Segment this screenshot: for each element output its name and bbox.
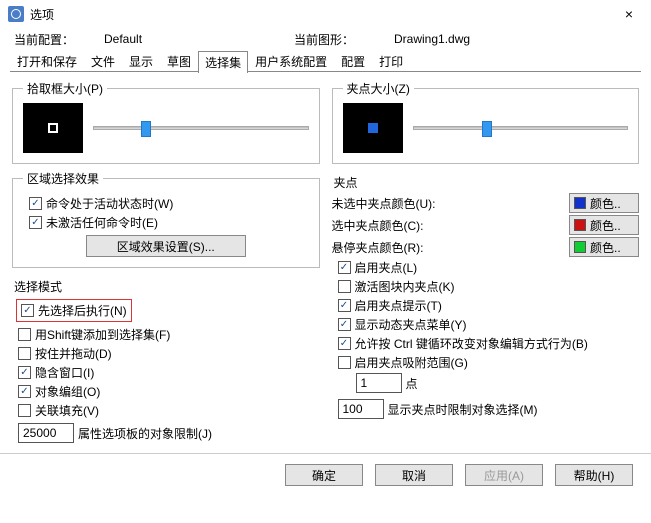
tab-sketch[interactable]: 草图 [160,50,198,72]
chk-pre-select-label: 先选择后执行(N) [38,302,127,319]
swatch-selected [574,219,586,231]
swatch-unselected [574,197,586,209]
grip-selected-label: 选中夹点颜色(C): [332,217,424,234]
cancel-button[interactable]: 取消 [375,464,453,486]
chk-hold-drag[interactable] [18,347,31,360]
pickbox-slider[interactable] [93,126,309,130]
grip-limit-input[interactable] [338,399,384,419]
chk-grip-snap-range[interactable] [338,356,351,369]
chk-ctrl-cycle[interactable] [338,337,351,350]
pickbox-size-legend: 拾取框大小(P) [23,80,107,97]
grip-unselected-color-button[interactable]: 颜色.. [569,193,639,213]
chk-assoc-hatch[interactable] [18,404,31,417]
tab-profiles[interactable]: 配置 [334,50,372,72]
chk-pre-select[interactable] [21,304,34,317]
current-config-label: 当前配置： [14,31,104,48]
chk-dyn-grip-menu[interactable] [338,318,351,331]
chk-region-inactive-label: 未激活任何命令时(E) [46,214,158,231]
chk-ctrl-cycle-label: 允许按 Ctrl 键循环改变对象编辑方式行为(B) [355,335,588,352]
current-drawing-label: 当前图形： [294,31,394,48]
tab-file[interactable]: 文件 [84,50,122,72]
grip-unselected-label: 未选中夹点颜色(U): [332,195,436,212]
gripsize-group: 夹点大小(Z) [332,80,640,164]
help-button[interactable]: 帮助(H) [555,464,633,486]
pickbox-size-group: 拾取框大小(P) [12,80,320,164]
current-drawing-value: Drawing1.dwg [394,32,470,46]
window-title: 选项 [30,6,615,23]
region-effect-group: 区域选择效果 命令处于活动状态时(W) 未激活任何命令时(E) 区域效果设置(S… [12,170,320,268]
grip-slider[interactable] [413,126,629,130]
chk-enable-grips-label: 启用夹点(L) [355,259,418,276]
grip-hover-label: 悬停夹点颜色(R): [332,239,424,256]
tab-selection[interactable]: 选择集 [198,51,248,73]
tabstrip: 打开和保存 文件 显示 草图 选择集 用户系统配置 配置 打印 [10,50,641,72]
palette-limit-input[interactable] [18,423,74,443]
chk-region-inactive[interactable] [29,216,42,229]
select-mode-group: 选择模式 先选择后执行(N) 用Shift键添加到选择集(F) 按住并拖动(D)… [12,274,320,445]
chk-shift-add-label: 用Shift键添加到选择集(F) [35,326,170,343]
chk-assoc-hatch-label: 关联填充(V) [35,402,99,419]
close-icon[interactable]: × [615,6,643,22]
grip-range-input[interactable] [356,373,402,393]
chk-region-active-label: 命令处于活动状态时(W) [46,195,173,212]
chk-grips-in-blocks[interactable] [338,280,351,293]
chk-enable-grips[interactable] [338,261,351,274]
grip-range-unit: 点 [406,375,418,392]
palette-limit-label: 属性选项板的对象限制(J) [78,425,212,442]
current-config-value: Default [104,32,294,46]
grip-selected-color-button[interactable]: 颜色.. [569,215,639,235]
grip-hover-color-button[interactable]: 颜色.. [569,237,639,257]
ok-button[interactable]: 确定 [285,464,363,486]
chk-implied-window-label: 隐含窗口(I) [35,364,94,381]
chk-object-group-label: 对象编组(O) [35,383,100,400]
apply-button[interactable]: 应用(A) [465,464,543,486]
gripsize-legend: 夹点大小(Z) [343,80,414,97]
chk-hold-drag-label: 按住并拖动(D) [35,345,112,362]
grip-section: 夹点 未选中夹点颜色(U): 颜色.. 选中夹点颜色(C): 颜色.. 悬停夹点… [332,170,640,421]
region-effect-legend: 区域选择效果 [23,170,103,187]
chk-shift-add[interactable] [18,328,31,341]
chk-grip-snap-range-label: 启用夹点吸附范围(G) [355,354,468,371]
tab-print[interactable]: 打印 [372,50,410,72]
tab-user-pref[interactable]: 用户系统配置 [248,50,334,72]
swatch-hover [574,241,586,253]
tab-display[interactable]: 显示 [122,50,160,72]
tab-open-save[interactable]: 打开和保存 [10,50,84,72]
chk-grips-in-blocks-label: 激活图块内夹点(K) [355,278,455,295]
chk-grip-tips-label: 启用夹点提示(T) [355,297,442,314]
app-icon [8,6,24,22]
chk-object-group[interactable] [18,385,31,398]
grip-preview [343,103,403,153]
chk-region-active[interactable] [29,197,42,210]
chk-implied-window[interactable] [18,366,31,379]
chk-grip-tips[interactable] [338,299,351,312]
region-effect-settings-button[interactable]: 区域效果设置(S)... [86,235,246,257]
grip-section-title: 夹点 [332,174,640,191]
chk-dyn-grip-menu-label: 显示动态夹点菜单(Y) [355,316,467,333]
grip-limit-label: 显示夹点时限制对象选择(M) [388,401,538,418]
select-mode-legend: 选择模式 [12,278,320,295]
pickbox-preview [23,103,83,153]
